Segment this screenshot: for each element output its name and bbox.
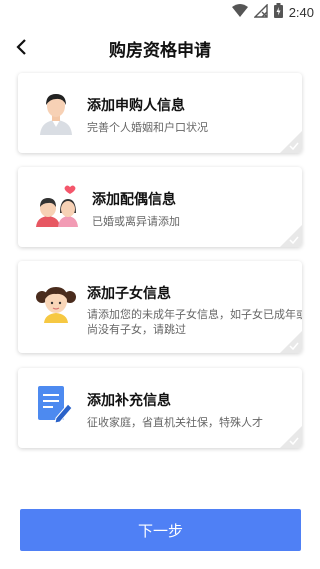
nav-bar: 购房资格申请 — [0, 24, 320, 70]
card-spouse-info[interactable]: 添加配偶信息 已婚或离异请添加 — [18, 167, 302, 247]
card-desc: 完善个人婚姻和户口状况 — [87, 121, 208, 134]
check-corner-icon — [280, 225, 302, 247]
card-desc: 已婚或离异请添加 — [92, 215, 180, 228]
card-applicant-info[interactable]: 添加申购人信息 完善个人婚姻和户口状况 — [18, 73, 302, 153]
document-edit-icon — [38, 386, 78, 430]
check-corner-icon — [280, 426, 302, 448]
card-children-info[interactable]: 添加子女信息 请添加您的未成年子女信息，如子女已成年或 尚没有子女，请跳过 — [18, 261, 302, 353]
card-title: 添加申购人信息 — [87, 98, 185, 114]
battery-icon — [273, 2, 283, 22]
next-step-button[interactable]: 下一步 — [20, 509, 301, 551]
check-corner-icon — [280, 331, 302, 353]
card-desc: 征收家庭，省直机关社保，特殊人才 — [87, 416, 263, 429]
card-title: 添加配偶信息 — [92, 192, 176, 208]
card-supplementary-info[interactable]: 添加补充信息 征收家庭，省直机关社保，特殊人才 — [18, 368, 302, 448]
card-title: 添加补充信息 — [87, 393, 171, 409]
man-avatar-icon — [36, 91, 76, 135]
no-signal-icon — [252, 2, 268, 22]
page-title: 购房资格申请 — [109, 41, 211, 61]
card-desc-line2: 尚没有子女，请跳过 — [87, 323, 186, 336]
wifi-icon — [231, 3, 248, 22]
check-corner-icon — [280, 131, 302, 153]
couple-avatar-icon — [34, 185, 82, 229]
status-time: 2:40 — [288, 4, 314, 20]
card-title: 添加子女信息 — [87, 286, 171, 302]
child-avatar-icon — [36, 281, 76, 325]
status-bar: 2:40 — [0, 0, 320, 24]
content-area: 添加申购人信息 完善个人婚姻和户口状况 添加配偶信息 已婚或离异请添加 添加子女… — [0, 70, 320, 490]
status-icons: 2:40 — [231, 2, 314, 22]
card-desc-line1: 请添加您的未成年子女信息，如子女已成年或 — [87, 308, 302, 321]
